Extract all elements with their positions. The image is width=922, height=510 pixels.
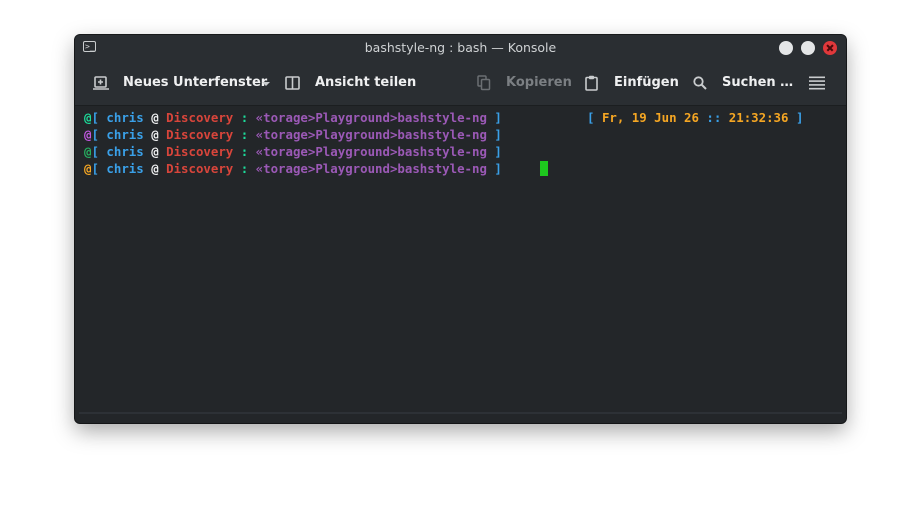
window-title: bashstyle-ng : bash — Konsole — [364, 40, 557, 55]
clipboard-icon — [585, 75, 598, 91]
copy-icon — [477, 75, 491, 91]
prompt-separator: @ — [151, 144, 159, 159]
copy-label: Kopieren — [506, 75, 572, 90]
prompt-separator: @ — [151, 161, 159, 176]
paste-label: Einfügen — [614, 75, 679, 90]
prompt-clock: [ Fr, 19 Jun 26 :: 21:32:36 ] — [587, 109, 803, 126]
prompt-host: Discovery — [166, 161, 234, 176]
prompt-separator: @ — [151, 110, 159, 125]
prompt-open-bracket: [ — [91, 144, 99, 159]
prompt-user: chris — [106, 110, 144, 125]
new-tab-icon — [93, 76, 109, 90]
prompt-user: chris — [106, 161, 144, 176]
chevron-down-icon[interactable] — [261, 81, 271, 87]
prompt-close-bracket: ] — [494, 161, 502, 176]
toolbar: Neues Unterfenster Ansicht teilen Kopier… — [75, 60, 846, 106]
prompt-path: «torage>Playground>bashstyle-ng — [255, 127, 487, 142]
clock-date: Fr, 19 Jun 26 — [601, 110, 699, 125]
close-button[interactable] — [823, 41, 837, 55]
prompt-close-bracket: ] — [494, 144, 502, 159]
clock-open-bracket: [ — [587, 110, 595, 125]
prompt-line: @[ chris @ Discovery : «torage>Playgroun… — [84, 143, 502, 160]
prompt-close-bracket: ] — [494, 110, 502, 125]
clock-close-bracket: ] — [795, 110, 804, 125]
text-cursor — [540, 161, 548, 176]
prompt-host: Discovery — [166, 127, 234, 142]
maximize-button[interactable] — [801, 41, 815, 55]
hamburger-menu-icon[interactable] — [809, 76, 825, 90]
title-bar[interactable]: >_ bashstyle-ng : bash — Konsole — [75, 35, 846, 60]
clock-time: 21:32:36 — [728, 110, 789, 125]
prompt-user: chris — [106, 127, 144, 142]
new-tab-label: Neues Unterfenster — [123, 75, 268, 90]
split-view-label: Ansicht teilen — [315, 75, 417, 90]
prompt-colon: : — [240, 110, 249, 125]
bottom-border — [79, 412, 842, 414]
minimize-button[interactable] — [779, 41, 793, 55]
prompt-colon: : — [240, 127, 249, 142]
konsole-window: >_ bashstyle-ng : bash — Konsole Neues U… — [75, 35, 846, 423]
prompt-path: «torage>Playground>bashstyle-ng — [255, 110, 487, 125]
prompt-open-bracket: [ — [91, 161, 99, 176]
search-icon — [693, 76, 707, 90]
prompt-line: @[ chris @ Discovery : «torage>Playgroun… — [84, 160, 502, 177]
prompt-close-bracket: ] — [494, 127, 502, 142]
split-view-icon — [285, 76, 300, 90]
prompt-colon: : — [240, 144, 249, 159]
prompt-colon: : — [240, 161, 249, 176]
prompt-line: @[ chris @ Discovery : «torage>Playgroun… — [84, 109, 502, 126]
find-label: Suchen … — [722, 75, 794, 90]
prompt-line: @[ chris @ Discovery : «torage>Playgroun… — [84, 126, 502, 143]
prompt-open-bracket: [ — [91, 110, 99, 125]
prompt-host: Discovery — [166, 110, 234, 125]
clock-separator: :: — [706, 110, 722, 125]
prompt-path: «torage>Playground>bashstyle-ng — [255, 144, 487, 159]
terminal-area[interactable]: @ [ chris @ Discovery : «torage>Playgroun… — [79, 106, 841, 415]
prompt-path: «torage>Playground>bashstyle-ng — [255, 161, 487, 176]
prompt-user: chris — [106, 144, 144, 159]
prompt-open-bracket: [ — [91, 127, 99, 142]
prompt-host: Discovery — [166, 144, 234, 159]
prompt-separator: @ — [151, 127, 159, 142]
